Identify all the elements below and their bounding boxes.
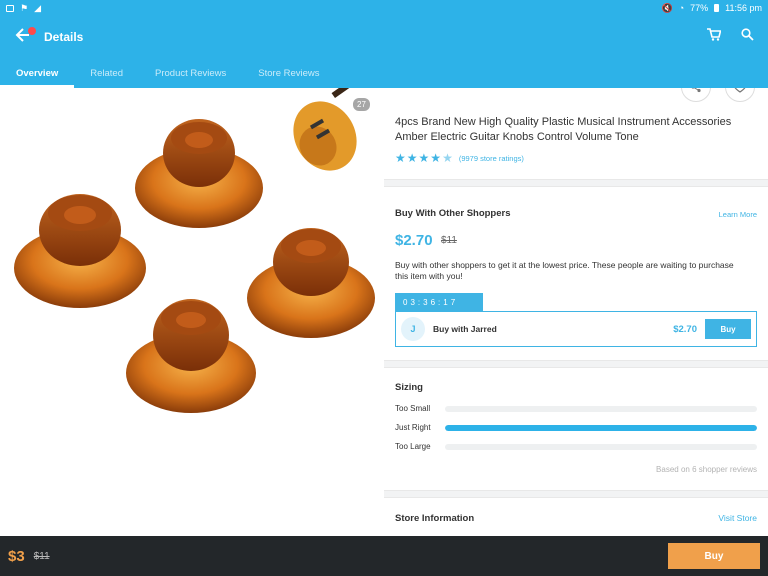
bottom-original-price: $11 (33, 550, 50, 562)
tab-store-reviews[interactable]: Store Reviews (242, 58, 335, 88)
knob-1 (135, 119, 263, 228)
sizing-note: Based on 6 shopper reviews (656, 465, 757, 474)
tab-related[interactable]: Related (74, 58, 139, 88)
knob-2 (14, 194, 146, 308)
status-left-icons: ⚑ ◢ (6, 3, 41, 14)
sizing-bar (445, 443, 757, 450)
app-screen: ⚑ ◢ 🔇 ◔ 77% 11:56 pm Details Overview Re… (0, 0, 768, 576)
share-button[interactable] (681, 88, 711, 102)
group-buy-button[interactable]: Buy (705, 319, 751, 339)
sizing-bar (445, 405, 757, 412)
sizing-heading: Sizing (395, 382, 423, 393)
group-price: $2.70 (395, 232, 433, 249)
tab-bar: Overview Related Product Reviews Store R… (0, 58, 768, 88)
countdown-timer: 03:36:17 (395, 293, 483, 311)
status-right: 🔇 ◔ 77% 11:56 pm (661, 3, 762, 14)
heart-icon (734, 88, 746, 93)
section-divider (384, 360, 768, 368)
notification-icon-1 (6, 4, 14, 12)
notification-dot (28, 27, 36, 35)
knob-3 (247, 228, 375, 338)
notification-icon-3: ◢ (34, 2, 41, 13)
bottom-price: $3 (8, 547, 25, 565)
section-divider (384, 490, 768, 498)
sizing-bar (445, 424, 757, 431)
search-icon[interactable] (741, 28, 754, 46)
header-actions (707, 28, 754, 46)
wifi-icon: ◔ (678, 3, 685, 13)
sizing-label: Just Right (395, 423, 431, 432)
status-bar: ⚑ ◢ 🔇 ◔ 77% 11:56 pm (0, 0, 768, 16)
battery-level: 77% (690, 3, 709, 13)
app-header: Details (0, 16, 768, 58)
star-icon: ★ (406, 151, 418, 165)
learn-more-link[interactable]: Learn More (719, 210, 757, 219)
rating-row[interactable]: ★ ★ ★ ★ ★ (9979 store ratings) (395, 152, 524, 164)
store-info-heading: Store Information (395, 513, 475, 524)
group-buy-description: Buy with other shoppers to get it at the… (395, 260, 734, 281)
group-buy-row[interactable]: J Buy with Jarred $2.70 Buy (395, 311, 757, 347)
image-counter: 27 (353, 98, 370, 111)
knob-4 (126, 299, 256, 413)
ratings-count[interactable]: (9979 store ratings) (459, 154, 524, 163)
group-shopper-price: $2.70 (673, 323, 697, 335)
star-icon: ★ (418, 151, 430, 165)
mute-icon: 🔇 (661, 2, 673, 13)
notification-icon-2: ⚑ (20, 2, 29, 13)
tab-product-reviews[interactable]: Product Reviews (139, 58, 242, 88)
star-icon: ★ (395, 151, 406, 165)
sizing-label: Too Large (395, 442, 431, 451)
product-title: 4pcs Brand New High Quality Plastic Musi… (395, 116, 732, 143)
group-shopper-label: Buy with Jarred (433, 324, 497, 334)
share-icon (691, 88, 701, 93)
visit-store-link[interactable]: Visit Store (718, 513, 757, 523)
sizing-row-too-small: Too Small (395, 404, 757, 413)
bottom-bar: $3 $11 Buy (0, 536, 768, 576)
tab-overview[interactable]: Overview (0, 58, 75, 88)
sizing-bar-fill (445, 424, 757, 431)
original-price: $11 (441, 235, 457, 246)
battery-icon (714, 4, 720, 12)
half-star-icon: ★ (442, 151, 453, 165)
details-pane: 4pcs Brand New High Quality Plastic Musi… (384, 88, 768, 536)
group-buy-heading: Buy With Other Shoppers (395, 208, 511, 219)
section-divider (384, 179, 768, 187)
star-icon: ★ (430, 151, 442, 165)
buy-button[interactable]: Buy (668, 543, 760, 569)
product-photo (14, 88, 375, 413)
wishlist-button[interactable] (725, 88, 755, 102)
clock: 11:56 pm (725, 3, 762, 13)
sizing-row-too-large: Too Large (395, 442, 757, 451)
page-title: Details (44, 30, 84, 44)
avatar: J (401, 317, 425, 341)
sizing-label: Too Small (395, 404, 431, 413)
product-image-gallery[interactable]: 27 (0, 88, 384, 536)
sizing-row-just-right: Just Right (395, 423, 757, 432)
cart-icon[interactable] (707, 28, 722, 46)
back-arrow-icon[interactable] (14, 27, 36, 47)
